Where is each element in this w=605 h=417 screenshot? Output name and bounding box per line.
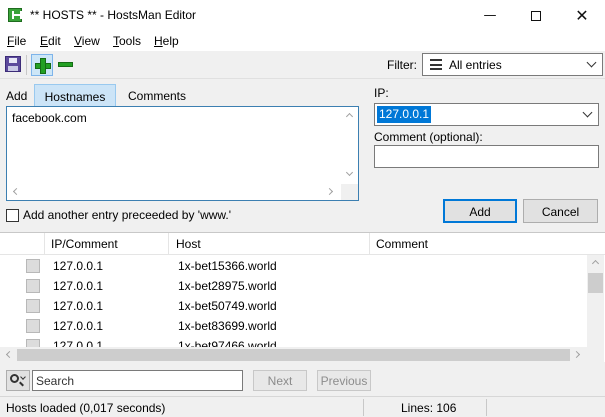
comment-input[interactable] — [374, 145, 599, 168]
chevron-down-icon — [586, 57, 597, 68]
window-title: ** HOSTS ** - HostsMan Editor — [30, 8, 197, 22]
ip-label: IP: — [374, 86, 389, 100]
hostnames-text: facebook.com — [12, 111, 87, 125]
textarea-vertical-scrollbar[interactable] — [341, 107, 358, 184]
grid-horizontal-thumb[interactable] — [17, 349, 570, 361]
minimize-button[interactable]: — — [467, 0, 513, 31]
maximize-button[interactable] — [513, 0, 559, 31]
menu-edit[interactable]: Edit — [40, 34, 61, 48]
cell-host: 1x-bet83699.world — [178, 319, 277, 333]
add-button[interactable]: Add — [443, 199, 517, 223]
cell-ip: 127.0.0.1 — [53, 259, 104, 273]
scroll-right-icon — [325, 187, 334, 196]
status-message: Hosts loaded (0,017 seconds) — [6, 401, 166, 415]
cell-host: 1x-bet50749.world — [178, 299, 277, 313]
row-checkbox[interactable] — [26, 319, 40, 333]
menu-file[interactable]: File — [7, 34, 26, 48]
menu-view[interactable]: View — [74, 34, 100, 48]
column-host[interactable]: Host — [176, 237, 201, 251]
search-options-button[interactable] — [6, 370, 30, 391]
column-comment[interactable]: Comment — [376, 237, 428, 251]
menu-bar: File Edit View Tools Help — [0, 31, 605, 51]
status-lines-count: Lines: 106 — [401, 401, 457, 415]
cell-host: 1x-bet28975.world — [178, 279, 277, 293]
filter-dropdown[interactable]: All entries — [422, 53, 603, 76]
status-divider — [363, 399, 364, 416]
scrollbar-corner — [341, 184, 358, 200]
toolbar: Filter: All entries — [0, 51, 605, 79]
hostnames-textarea[interactable]: facebook.com — [6, 106, 359, 201]
add-label: Add — [6, 89, 28, 103]
comment-label: Comment (optional): — [374, 130, 483, 144]
hostsman-app-icon — [8, 8, 22, 22]
grid-vertical-scrollbar[interactable] — [587, 255, 604, 351]
row-checkbox[interactable] — [26, 299, 40, 313]
next-button[interactable]: Next — [253, 370, 307, 391]
cell-ip: 127.0.0.1 — [53, 319, 104, 333]
cell-ip: 127.0.0.1 — [53, 299, 104, 313]
table-row[interactable]: 127.0.0.1 1x-bet15366.world — [0, 256, 587, 276]
search-icon — [10, 374, 19, 383]
search-field[interactable] — [32, 370, 243, 391]
column-ip-comment[interactable]: IP/Comment — [51, 237, 118, 251]
toolbar-separator — [26, 55, 27, 75]
maximize-icon — [531, 10, 541, 21]
scroll-right-icon — [572, 350, 581, 359]
tab-comments[interactable]: Comments — [118, 84, 196, 106]
title-bar: ** HOSTS ** - HostsMan Editor — ✕ — [0, 0, 605, 31]
row-checkbox[interactable] — [26, 259, 40, 273]
remove-entry-icon[interactable] — [58, 62, 73, 67]
chevron-down-icon — [582, 107, 593, 118]
column-divider[interactable] — [44, 233, 45, 255]
cell-ip: 127.0.0.1 — [53, 279, 104, 293]
filter-value: All entries — [449, 58, 502, 72]
row-checkbox[interactable] — [26, 279, 40, 293]
previous-button[interactable]: Previous — [317, 370, 371, 391]
grid-scrollbar-corner — [587, 347, 604, 363]
www-checkbox[interactable] — [6, 209, 19, 222]
close-button[interactable]: ✕ — [559, 0, 605, 31]
save-icon[interactable] — [5, 56, 21, 72]
scroll-up-icon — [591, 259, 600, 268]
menu-tools[interactable]: Tools — [113, 34, 141, 48]
status-bar: Hosts loaded (0,017 seconds) Lines: 106 — [0, 396, 605, 417]
menu-help[interactable]: Help — [154, 34, 179, 48]
scroll-up-icon — [345, 112, 354, 121]
ip-combobox[interactable]: 127.0.0.1 — [374, 103, 599, 126]
scroll-down-icon — [345, 168, 354, 177]
scroll-left-icon — [5, 350, 14, 359]
textarea-horizontal-scrollbar[interactable] — [7, 184, 341, 200]
www-checkbox-label[interactable]: Add another entry preceeded by 'www.' — [23, 208, 231, 222]
list-icon — [430, 59, 442, 70]
search-bar: Next Previous — [0, 365, 605, 395]
table-row[interactable]: 127.0.0.1 1x-bet28975.world — [0, 276, 587, 296]
table-row[interactable]: 127.0.0.1 1x-bet83699.world — [0, 316, 587, 336]
add-entry-icon[interactable] — [31, 54, 53, 76]
grid-horizontal-scrollbar[interactable] — [0, 347, 587, 363]
cell-host: 1x-bet15366.world — [178, 259, 277, 273]
grid-header: IP/Comment Host Comment — [0, 233, 605, 255]
column-divider[interactable] — [168, 233, 169, 255]
table-row[interactable]: 127.0.0.1 1x-bet50749.world — [0, 296, 587, 316]
search-input[interactable] — [33, 371, 242, 390]
chevron-down-icon — [20, 374, 26, 380]
cancel-button[interactable]: Cancel — [523, 199, 598, 223]
column-divider[interactable] — [369, 233, 370, 255]
filter-label: Filter: — [387, 58, 417, 72]
grid-vertical-thumb[interactable] — [588, 273, 603, 293]
tab-hostnames[interactable]: Hostnames — [34, 84, 116, 106]
ip-value: 127.0.0.1 — [377, 106, 432, 123]
scroll-left-icon — [12, 187, 21, 196]
status-divider — [486, 399, 487, 416]
hosts-grid: IP/Comment Host Comment 127.0.0.1 1x-bet… — [0, 232, 605, 362]
